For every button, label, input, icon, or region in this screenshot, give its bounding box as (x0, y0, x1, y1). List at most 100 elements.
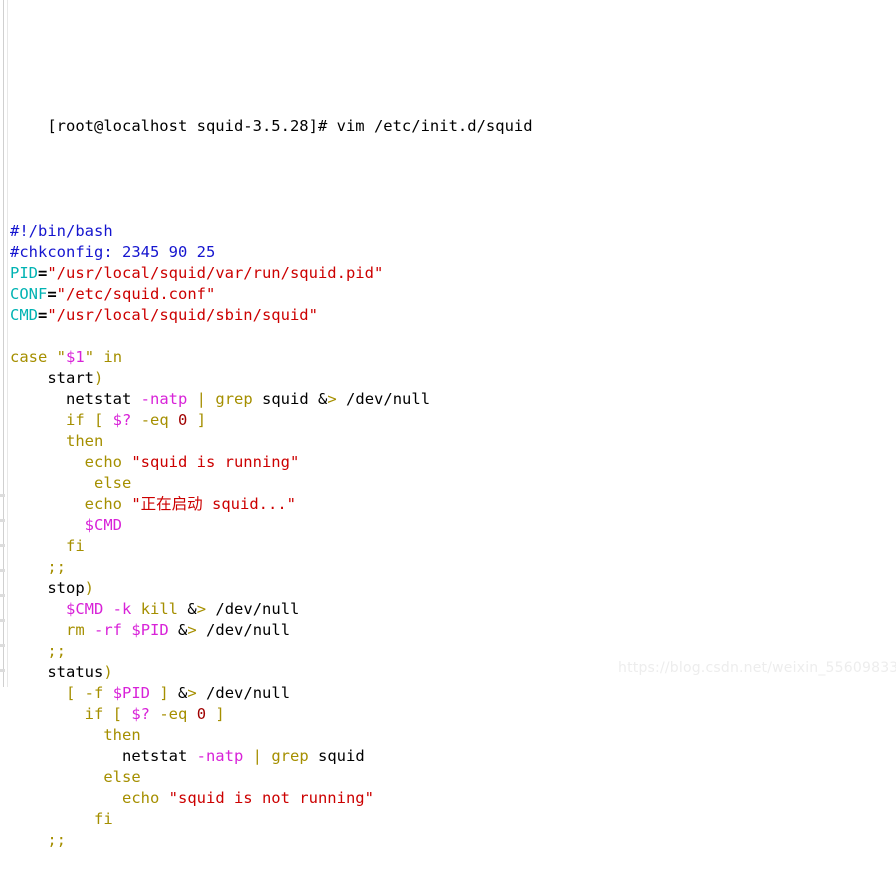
token-plain: netstat (121, 747, 197, 765)
token-string: "/usr/local/squid/var/run/squid.pid" (47, 264, 384, 282)
code-line[interactable]: CONF="/etc/squid.conf" (0, 284, 896, 305)
token-paren: ) (94, 369, 104, 387)
token-paren: ) (84, 579, 94, 597)
token-op: = (38, 306, 48, 324)
code-line[interactable]: CMD="/usr/local/squid/sbin/squid" (0, 305, 896, 326)
code-line[interactable]: if [ $? -eq 0 ] (0, 410, 896, 431)
code-line[interactable]: then (0, 431, 896, 452)
token-kw: > (187, 621, 197, 639)
code-line[interactable]: ;; (0, 830, 896, 851)
token-kw: ] (187, 411, 207, 429)
code-line[interactable]: else (0, 767, 896, 788)
token-kw: echo (121, 789, 169, 807)
token-plain: start (47, 369, 94, 387)
token-kw: | (252, 747, 262, 765)
code-line[interactable]: PID="/usr/local/squid/var/run/squid.pid" (0, 263, 896, 284)
terminal-prompt-line[interactable]: [root@localhost squid-3.5.28]# vim /etc/… (0, 95, 896, 135)
token-dollar: $? (131, 705, 150, 723)
token-dollar: $PID (131, 621, 169, 639)
token-kw: [ (94, 411, 113, 429)
code-line[interactable]: $CMD -k kill &> /dev/null (0, 599, 896, 620)
token-plain: status (47, 663, 104, 681)
prompt-text: [root@localhost squid-3.5.28]# vim /etc/… (47, 117, 533, 135)
token-kw: then (66, 432, 104, 450)
editor-buffer[interactable]: [root@localhost squid-3.5.28]# vim /etc/… (0, 0, 896, 872)
code-line[interactable]: $CMD (0, 515, 896, 536)
code-line[interactable]: [ -f $PID ] &> /dev/null (0, 683, 896, 704)
code-line[interactable]: echo "squid is running" (0, 452, 896, 473)
token-var: CONF (10, 285, 48, 303)
code-line[interactable]: fi (0, 536, 896, 557)
token-dollar: -rf (94, 621, 123, 639)
code-line[interactable]: case "$1" in (0, 347, 896, 368)
code-line[interactable]: else (0, 473, 896, 494)
token-kw: in (94, 348, 123, 366)
token-cmd: grep (215, 390, 253, 408)
token-plain: /dev/null (336, 390, 431, 408)
code-line[interactable]: ;; (0, 641, 896, 662)
code-line[interactable]: netstat -natp | grep squid (0, 746, 896, 767)
token-dollar: $? (112, 411, 132, 429)
token-dollar: $CMD (84, 516, 122, 534)
token-kw: " (56, 348, 67, 366)
token-var: CMD (10, 306, 38, 324)
code-line[interactable]: ;; (0, 557, 896, 578)
code-line[interactable]: echo "squid is not running" (0, 788, 896, 809)
code-line[interactable]: #chkconfig: 2345 90 25 (0, 242, 896, 263)
code-line[interactable]: stop) (0, 578, 896, 599)
code-line[interactable]: netstat -natp | grep squid &> /dev/null (0, 389, 896, 410)
code-line[interactable]: if [ $? -eq 0 ] (0, 704, 896, 725)
token-comment: #!/bin/bash (10, 222, 113, 240)
token-paren: ) (103, 663, 113, 681)
token-kw: -eq (140, 411, 169, 429)
token-kw: [ (112, 705, 132, 723)
token-plain: squid (308, 747, 365, 765)
token-var: PID (10, 264, 38, 282)
code-line[interactable]: then (0, 725, 896, 746)
token-plain: /dev/null (206, 600, 300, 618)
code-line[interactable]: echo "正在启动 squid..." (0, 494, 896, 515)
token-kw: " (84, 348, 95, 366)
code-line[interactable] (0, 326, 896, 347)
script-lines[interactable]: #!/bin/bash #chkconfig: 2345 90 25 PID="/u… (0, 221, 896, 851)
token-num: 0 (196, 705, 207, 723)
token-kw: fi (66, 537, 85, 555)
token-plain: netstat (66, 390, 141, 408)
token-kw: echo (84, 495, 132, 513)
token-plain: /dev/null (196, 621, 291, 639)
token-kw: > (327, 390, 337, 408)
terminal-prompt-line-partial: [root@localhost squid-3.5.28]# vim /etc/… (0, 42, 896, 53)
token-kw: case (10, 348, 57, 366)
code-line[interactable]: fi (0, 809, 896, 830)
token-kw: ;; (47, 558, 66, 576)
token-kw: ] (206, 705, 225, 723)
token-cmd: kill (140, 600, 179, 618)
code-line[interactable]: #!/bin/bash (0, 221, 896, 242)
code-line[interactable]: start) (0, 368, 896, 389)
code-line[interactable]: rm -rf $PID &> /dev/null (0, 620, 896, 641)
token-plain: & (187, 600, 197, 618)
